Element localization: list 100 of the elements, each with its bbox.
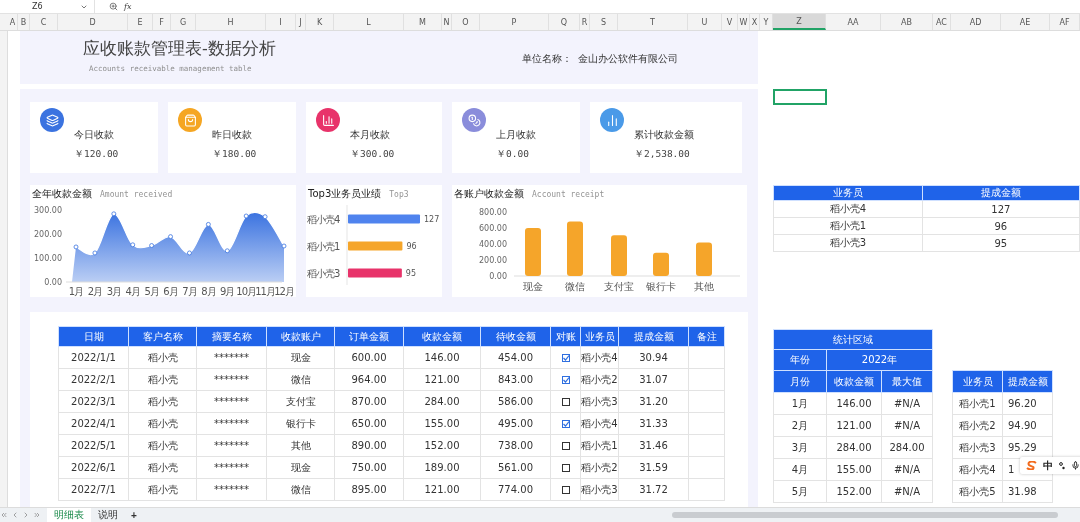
column-header: 日期 xyxy=(58,326,129,347)
table-cell: 稻小壳3 xyxy=(580,390,619,413)
table-cell: ******* xyxy=(196,478,267,501)
checkbox[interactable] xyxy=(561,354,570,362)
column-letter[interactable]: E xyxy=(128,14,153,30)
column-letter[interactable]: M xyxy=(404,14,442,30)
checkbox[interactable] xyxy=(561,376,570,384)
column-letter[interactable]: C xyxy=(30,14,58,30)
data-point xyxy=(224,248,230,254)
table-cell: 31.46 xyxy=(618,434,689,457)
column-letter[interactable]: P xyxy=(480,14,549,30)
chart-subtitle: Top3 xyxy=(389,189,409,199)
column-letter[interactable]: AD xyxy=(951,14,1001,30)
table-cell: 2月 xyxy=(773,414,827,437)
column-letter[interactable]: J xyxy=(296,14,306,30)
column-letter[interactable]: AC xyxy=(933,14,951,30)
kpi-label: 上月收款 xyxy=(496,128,537,142)
kpi-label: 今日收款 xyxy=(74,128,115,142)
horizontal-scrollbar[interactable] xyxy=(672,512,1058,518)
punctuation-icon[interactable] xyxy=(1059,461,1065,470)
axis-label: 微信 xyxy=(565,281,585,292)
table-cell: 561.00 xyxy=(480,456,551,479)
table-cell: 稻小壳 xyxy=(128,434,197,457)
ime-logo-icon[interactable] xyxy=(1026,461,1037,470)
kpi-value: ￥120.00 xyxy=(74,148,120,161)
table-cell: 稻小壳 xyxy=(128,456,197,479)
column-letter[interactable]: G xyxy=(171,14,196,30)
table-cell: 121.00 xyxy=(826,414,882,437)
column-letter[interactable]: T xyxy=(618,14,688,30)
column-letter[interactable]: I xyxy=(266,14,296,30)
column-letter[interactable]: AA xyxy=(826,14,881,30)
checkbox[interactable] xyxy=(561,486,570,494)
table-cell: 964.00 xyxy=(334,368,404,391)
table-cell: 495.00 xyxy=(480,412,551,435)
column-letter[interactable]: AE xyxy=(1001,14,1050,30)
table-cell: 127 xyxy=(922,200,1080,218)
checkbox[interactable] xyxy=(561,420,570,428)
input-mode[interactable]: 中 xyxy=(1043,458,1053,473)
table-cell: 189.00 xyxy=(403,456,481,479)
checkbox[interactable] xyxy=(561,464,570,472)
table-cell: 650.00 xyxy=(334,412,404,435)
data-point xyxy=(243,213,249,219)
column-letter[interactable]: H xyxy=(196,14,266,30)
table-cell: 稻小壳4 xyxy=(773,200,923,218)
table-cell: ******* xyxy=(196,346,267,369)
chart-title: 全年收款金额 xyxy=(32,187,92,201)
column-letter[interactable]: O xyxy=(452,14,480,30)
data-point xyxy=(73,244,79,250)
column-letter[interactable]: R xyxy=(580,14,590,30)
axis-label: 600.00 xyxy=(479,224,507,233)
function-button[interactable]: fx xyxy=(124,2,132,11)
name-box[interactable]: Z6 xyxy=(0,0,95,13)
table-cell: 30.94 xyxy=(618,346,689,369)
column-letter[interactable]: Z xyxy=(773,14,826,30)
column-letter[interactable]: L xyxy=(334,14,404,30)
axis-label: 100.00 xyxy=(34,254,62,263)
table-cell: 2022/4/1 xyxy=(58,412,129,435)
column-letter[interactable]: V xyxy=(722,14,738,30)
checkbox[interactable] xyxy=(561,442,570,450)
selected-cell[interactable] xyxy=(773,89,827,105)
table-cell: 146.00 xyxy=(403,346,481,369)
page-title: 应收账款管理表-数据分析 xyxy=(83,37,276,60)
axis-label: 其他 xyxy=(694,281,714,292)
table-cell: 738.00 xyxy=(480,434,551,457)
chart-title: Top3业务员业绩 xyxy=(308,187,382,201)
column-letter[interactable]: D xyxy=(58,14,128,30)
microphone-icon[interactable] xyxy=(1071,461,1080,470)
column-letter[interactable]: N xyxy=(442,14,452,30)
axis-label: 12月 xyxy=(274,286,294,297)
zoom-icon[interactable] xyxy=(109,2,118,11)
table-cell: 2022/2/1 xyxy=(58,368,129,391)
column-letter[interactable]: Q xyxy=(549,14,580,30)
table-cell: 其他 xyxy=(266,434,335,457)
sheet-tab[interactable]: 明细表 xyxy=(47,507,91,522)
table-cell: 1月 xyxy=(773,392,827,415)
table-cell: 94.90 xyxy=(1002,414,1053,437)
sheet-tab[interactable]: 说明 xyxy=(91,507,125,522)
checkbox[interactable] xyxy=(561,398,570,406)
table-cell: 895.00 xyxy=(334,478,404,501)
column-header: 摘要名称 xyxy=(196,326,267,347)
table-cell: 稻小壳 xyxy=(128,346,197,369)
column-letter[interactable]: U xyxy=(688,14,722,30)
column-letter[interactable]: AF xyxy=(1050,14,1080,30)
column-header: 收款金额 xyxy=(403,326,481,347)
column-letter[interactable]: AB xyxy=(881,14,933,30)
table-cell: 稻小壳 xyxy=(128,478,197,501)
column-letter[interactable]: X xyxy=(750,14,760,30)
axis-label: 800.00 xyxy=(479,208,507,217)
column-letter[interactable]: S xyxy=(590,14,618,30)
column-letter[interactable]: B xyxy=(18,14,30,30)
table-cell: 微信 xyxy=(266,368,335,391)
data-point xyxy=(281,243,287,249)
data-point xyxy=(187,250,192,256)
column-letter[interactable]: A xyxy=(8,14,18,30)
column-letter[interactable]: W xyxy=(738,14,750,30)
column-letter[interactable]: K xyxy=(306,14,334,30)
column-letter[interactable]: F xyxy=(153,14,171,30)
table-cell: ******* xyxy=(196,434,267,457)
table-cell: 31.72 xyxy=(618,478,689,501)
add-sheet-button[interactable]: + xyxy=(125,509,143,521)
